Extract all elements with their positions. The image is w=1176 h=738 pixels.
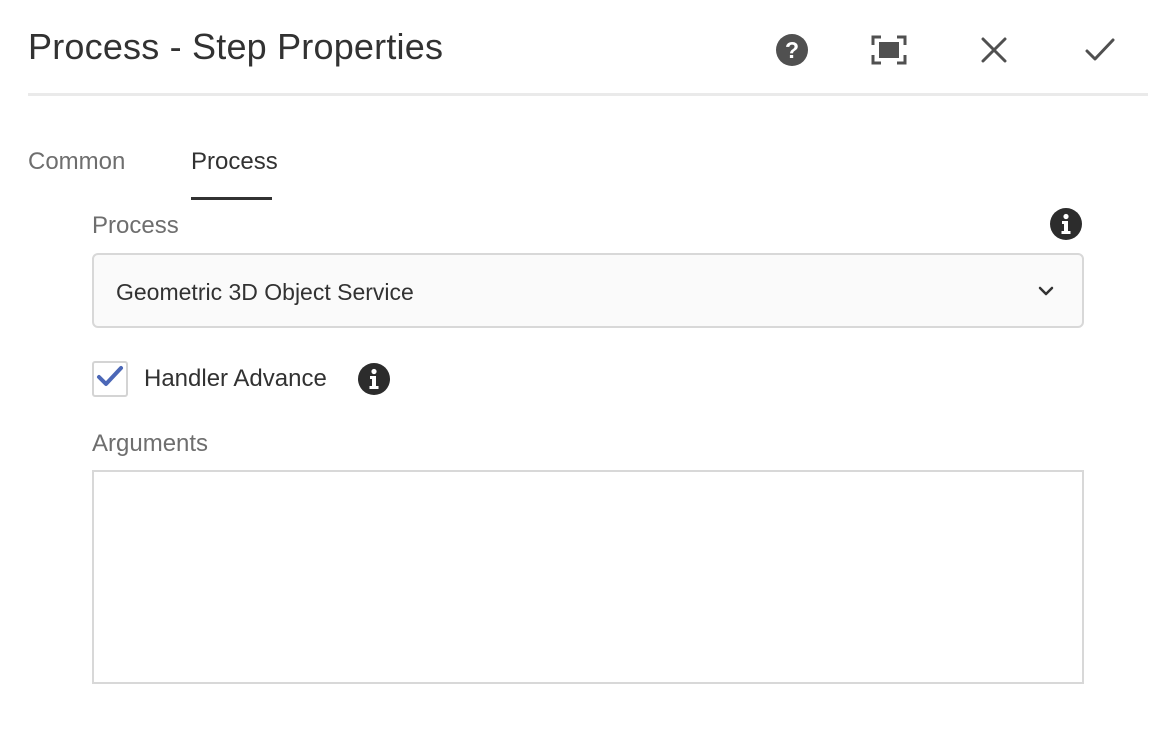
help-button[interactable]: ? — [770, 28, 814, 72]
fullscreen-icon — [871, 35, 907, 65]
svg-text:?: ? — [785, 37, 799, 63]
fullscreen-button[interactable] — [867, 28, 911, 72]
done-button[interactable] — [1078, 28, 1122, 72]
process-field-label: Process — [92, 212, 179, 239]
arguments-textarea[interactable] — [92, 470, 1084, 684]
dialog-header: Process - Step Properties ? — [28, 0, 1148, 96]
process-select[interactable]: Geometric 3D Object Service — [92, 253, 1084, 328]
step-properties-dialog: Process - Step Properties ? Common Proce… — [0, 0, 1176, 738]
tab-common[interactable]: Common — [28, 148, 125, 176]
close-x-icon — [981, 37, 1007, 63]
process-info-icon[interactable] — [1049, 207, 1083, 241]
close-button[interactable] — [972, 28, 1016, 72]
check-icon — [96, 365, 124, 394]
dialog-title: Process - Step Properties — [28, 26, 444, 67]
arguments-field-label: Arguments — [92, 430, 209, 457]
checkmark-icon — [1085, 37, 1115, 63]
handler-advance-checkbox[interactable] — [92, 361, 128, 397]
handler-advance-label[interactable]: Handler Advance — [144, 365, 327, 393]
handler-advance-info-icon[interactable] — [357, 362, 391, 396]
tab-bar: Common Process — [28, 140, 428, 200]
chevron-down-icon — [1038, 284, 1054, 302]
question-circle-icon: ? — [775, 33, 809, 67]
process-select-value: Geometric 3D Object Service — [116, 279, 414, 305]
tab-process[interactable]: Process — [191, 148, 278, 176]
active-tab-indicator — [191, 197, 272, 200]
